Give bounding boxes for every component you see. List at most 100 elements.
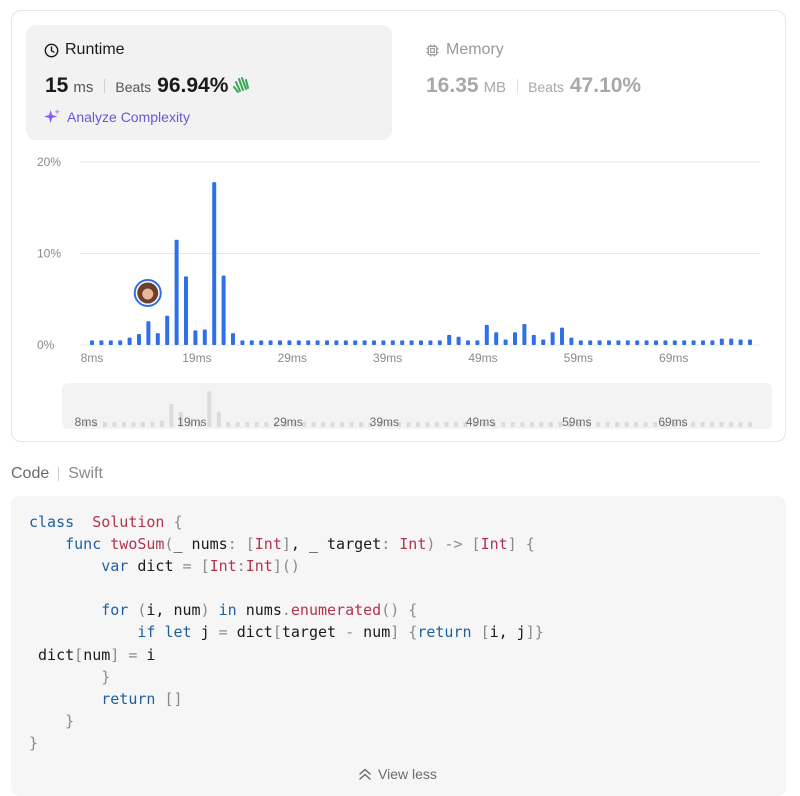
overview-tick-label: 39ms bbox=[370, 415, 399, 429]
code-content[interactable]: class Solution { func twoSum(_ nums: [In… bbox=[29, 511, 544, 754]
chart-bar bbox=[90, 340, 94, 345]
code-token: num bbox=[354, 623, 391, 642]
code-token: [ bbox=[74, 645, 84, 664]
runtime-distribution-chart[interactable]: 20% 10% 0% 8ms 19ms 29ms 39ms 49ms 59ms 69ms 8ms 19… bbox=[0, 0, 800, 440]
chart-bar bbox=[390, 340, 395, 345]
chart-bar bbox=[616, 340, 621, 345]
chart-bar bbox=[691, 340, 696, 345]
x-tick-label: 39ms bbox=[373, 351, 402, 365]
overview-bar bbox=[548, 422, 553, 427]
overview-bar bbox=[729, 422, 734, 427]
overview-tick-label: 8ms bbox=[75, 415, 98, 429]
overview-bar bbox=[169, 404, 174, 427]
code-token: } bbox=[101, 667, 111, 686]
chart-bar bbox=[625, 340, 630, 345]
code-token: Solution bbox=[92, 513, 165, 531]
chart-bar bbox=[99, 340, 104, 345]
chart-bar bbox=[419, 340, 423, 345]
chart-bar bbox=[184, 276, 188, 345]
chart-bar bbox=[306, 340, 311, 345]
code-token: = bbox=[182, 557, 192, 576]
code-token: , _ target bbox=[290, 535, 382, 554]
overview-bar bbox=[245, 422, 250, 427]
code-line: } bbox=[29, 668, 110, 686]
code-token: = bbox=[218, 623, 228, 642]
overview-bar bbox=[444, 422, 449, 427]
overview-bar bbox=[634, 422, 639, 427]
code-line: } bbox=[29, 734, 38, 752]
overview-bar bbox=[340, 422, 345, 427]
overview-bar bbox=[615, 422, 620, 427]
overview-bar bbox=[226, 422, 231, 427]
chart-bar bbox=[137, 334, 141, 345]
code-token: i, j bbox=[489, 623, 526, 642]
chart-bar bbox=[240, 340, 245, 345]
overview-bar bbox=[510, 422, 515, 427]
code-token: Int bbox=[254, 535, 282, 554]
overview-bar bbox=[150, 422, 155, 427]
code-token: ) bbox=[200, 601, 210, 620]
chart-bar bbox=[108, 340, 113, 345]
chart-bar bbox=[343, 340, 348, 345]
code-token: Int bbox=[245, 557, 273, 576]
code-line: } bbox=[29, 712, 74, 730]
chart-bar bbox=[503, 339, 508, 345]
code-token: class bbox=[29, 513, 75, 531]
code-token: return bbox=[101, 689, 156, 708]
chart-bar bbox=[748, 339, 752, 345]
chart-bar bbox=[719, 338, 724, 345]
overview-tick-label: 49ms bbox=[466, 415, 495, 429]
chart-bar bbox=[315, 340, 320, 345]
chart-bar bbox=[409, 340, 414, 345]
chart-bar bbox=[155, 333, 160, 345]
avatar-face bbox=[142, 288, 154, 300]
overview-bar bbox=[624, 422, 629, 427]
overview-bar bbox=[102, 422, 107, 427]
overview-bar bbox=[434, 422, 439, 427]
x-tick-label: 8ms bbox=[81, 351, 104, 365]
code-token: [ bbox=[480, 623, 490, 642]
view-less-button[interactable]: View less bbox=[358, 766, 437, 782]
code-token: [ bbox=[272, 623, 282, 642]
overview-bar bbox=[264, 422, 269, 427]
chart-bar bbox=[259, 340, 264, 345]
chart-bar bbox=[738, 339, 743, 345]
overview-bar bbox=[719, 422, 724, 427]
code-token: : bbox=[227, 535, 237, 554]
code-token: ] bbox=[390, 623, 400, 642]
code-token: dict bbox=[29, 645, 75, 664]
overview-bar bbox=[501, 422, 506, 427]
chart-bar bbox=[550, 332, 555, 345]
chart-bar bbox=[428, 340, 433, 345]
overview-bar bbox=[131, 422, 136, 427]
overview-bar bbox=[359, 422, 364, 427]
chart-bar bbox=[531, 334, 536, 345]
code-token: enumerated bbox=[290, 601, 382, 620]
overview-bar bbox=[311, 422, 316, 427]
code-token: - bbox=[345, 623, 355, 642]
code-token: return bbox=[417, 623, 472, 642]
chart-bar bbox=[362, 340, 367, 345]
chart-bar bbox=[644, 340, 649, 345]
code-token: () bbox=[381, 601, 400, 620]
code-token: ]() bbox=[272, 557, 300, 576]
code-token: let bbox=[164, 623, 192, 642]
code-line: dict[num] = i bbox=[29, 646, 155, 664]
code-token: [ bbox=[200, 557, 210, 576]
overview-bar bbox=[453, 422, 458, 427]
chart-bar bbox=[588, 340, 593, 345]
chart-bar bbox=[296, 340, 301, 345]
code-token: : bbox=[381, 535, 391, 554]
overview-bar bbox=[330, 422, 335, 427]
chart-bar bbox=[682, 340, 687, 345]
chart-bar bbox=[165, 315, 170, 345]
code-token: { bbox=[408, 623, 418, 642]
